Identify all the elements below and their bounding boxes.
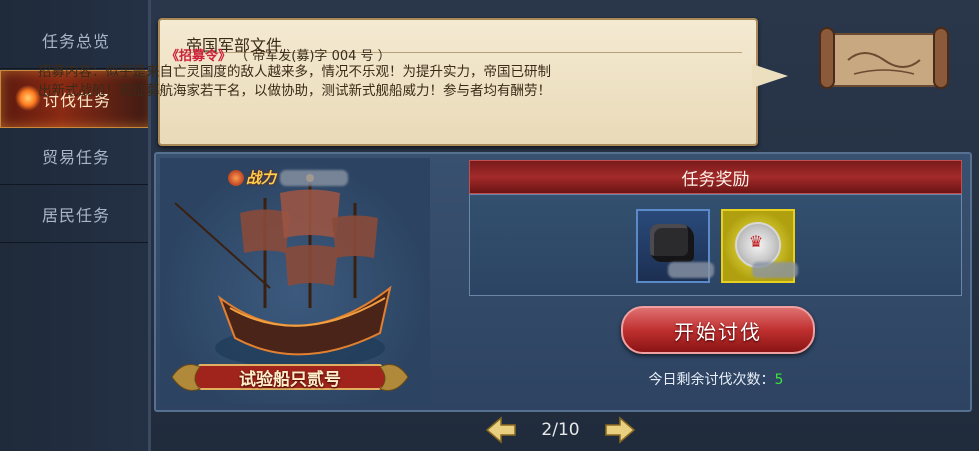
sidebar-item-label: 任务总览 <box>41 32 110 51</box>
notice-body: 招募内容：似乎是来自亡灵国度的敌人越来多，情况不乐观！为提升实力，帝国已研制出新… <box>38 64 551 99</box>
sidebar-item-trade[interactable]: 贸易任务 <box>0 128 152 185</box>
remaining-label: 今日剩余讨伐次数： <box>648 372 775 388</box>
reward-count-hidden <box>752 262 798 278</box>
remaining-value: 5 <box>774 372 784 388</box>
power-label: 战力 <box>246 169 277 187</box>
order-name: 《招募令》 <box>166 49 232 64</box>
pager: 2/10 <box>483 413 638 447</box>
reward-box <box>469 194 962 296</box>
combat-power: 战力 <box>228 167 349 188</box>
prev-arrow-icon[interactable] <box>483 415 519 445</box>
reward-title: 任务奖励 <box>469 160 962 194</box>
crown-icon: ♛ <box>748 232 764 251</box>
sidebar-item-label: 贸易任务 <box>41 148 110 167</box>
ship-name: 试验船只贰号 <box>239 369 341 390</box>
reward-count-hidden <box>668 262 714 278</box>
next-arrow-icon[interactable] <box>602 415 638 445</box>
scroll-icon <box>819 27 949 89</box>
coal-ore-icon <box>650 224 694 262</box>
sidebar-item-residents[interactable]: 居民任务 <box>0 186 152 243</box>
order-code: （ 帝军发(募)字 004 号 ） <box>235 49 391 64</box>
page-indicator: 2/10 <box>541 420 580 440</box>
bubble-tail <box>752 64 788 88</box>
start-crusade-button[interactable]: 开始讨伐 <box>621 306 815 354</box>
sidebar-item-label: 居民任务 <box>41 206 110 225</box>
sidebar-item-overview[interactable]: 任务总览 <box>0 12 152 69</box>
order-line: 《招募令》 （ 帝军发(募)字 004 号 ） <box>166 45 391 64</box>
power-flame-icon <box>228 169 244 186</box>
remaining-attempts: 今日剩余讨伐次数：5 <box>621 369 811 389</box>
power-value-hidden <box>280 169 349 186</box>
